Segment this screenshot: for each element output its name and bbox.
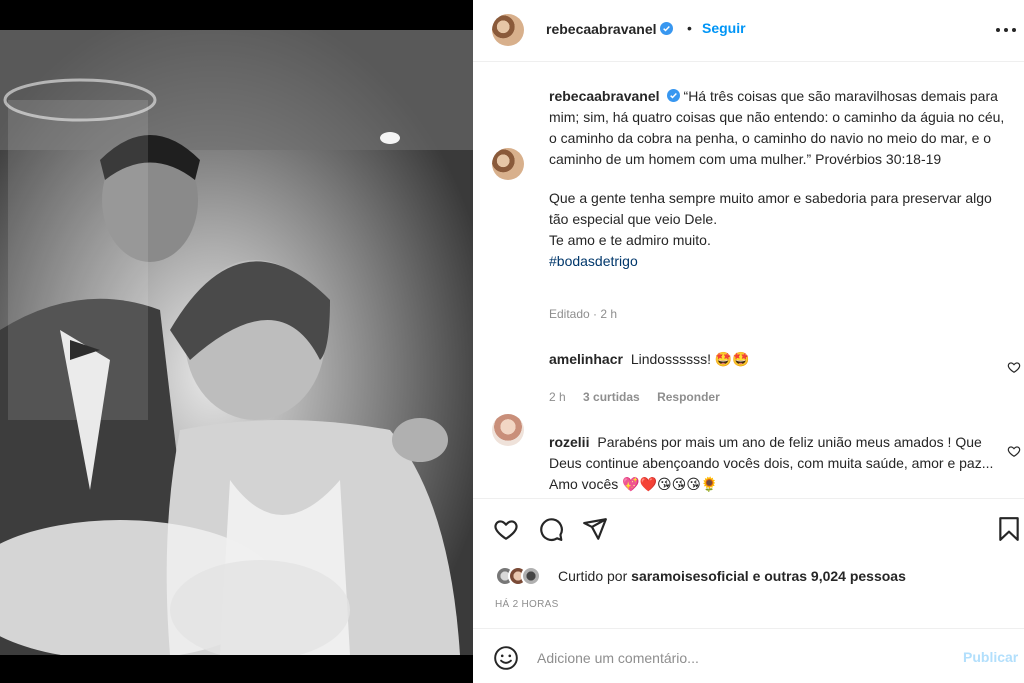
comment-text: Parabéns por mais um ano de feliz união … bbox=[549, 434, 994, 492]
likes-count[interactable]: e outras 9,024 pessoas bbox=[753, 568, 906, 584]
post-media bbox=[0, 0, 473, 683]
post-timestamp[interactable]: HÁ 2 HORAS bbox=[495, 599, 559, 610]
caption-meta: Editado · 2 h bbox=[549, 307, 618, 321]
liker-avatar[interactable] bbox=[521, 566, 541, 586]
post-actions: Curtido por saramoisesoficial e outras 9… bbox=[473, 498, 1024, 628]
likes-text: Curtido por saramoisesoficial e outras 9… bbox=[558, 568, 906, 584]
verified-badge-icon bbox=[659, 22, 673, 35]
publish-button[interactable]: Publicar bbox=[963, 649, 1018, 665]
caption-username[interactable]: rebecaabravanel bbox=[549, 88, 660, 104]
paper-plane-icon[interactable] bbox=[582, 516, 608, 542]
post-caption: rebecaabravanel “Há três coisas que são m… bbox=[549, 86, 1009, 272]
comment-meta: 2 h 3 curtidas Responder bbox=[549, 390, 734, 404]
post-side-panel: rebecaabravanel • Seguir rebecaabravanel… bbox=[473, 0, 1024, 683]
likes-prefix: Curtido por bbox=[558, 568, 628, 584]
liked-by-user[interactable]: saramoisesoficial bbox=[631, 568, 749, 584]
comments-section[interactable]: rebecaabravanel “Há três coisas que são m… bbox=[473, 62, 1024, 498]
heart-icon[interactable] bbox=[493, 516, 519, 542]
likes-summary: Curtido por saramoisesoficial e outras 9… bbox=[495, 565, 1015, 587]
comment-input[interactable] bbox=[537, 647, 937, 669]
post-photo[interactable] bbox=[0, 30, 473, 655]
bookmark-icon[interactable] bbox=[996, 516, 1022, 542]
comment-item: rozelii Parabéns por mais um ano de feli… bbox=[549, 432, 1009, 495]
emoji-icon[interactable] bbox=[493, 645, 519, 671]
comment-username[interactable]: amelinhacr bbox=[549, 351, 623, 367]
comment-icon[interactable] bbox=[538, 516, 564, 542]
caption-avatar[interactable] bbox=[492, 148, 524, 180]
post-header: rebecaabravanel • Seguir bbox=[473, 0, 1024, 62]
add-comment-bar: Publicar bbox=[473, 628, 1024, 683]
comment-like-heart-icon[interactable] bbox=[1007, 444, 1021, 458]
commenter-avatar[interactable] bbox=[492, 414, 524, 446]
comment-like-heart-icon[interactable] bbox=[1007, 360, 1021, 374]
caption-text-love: Te amo e te admiro muito. bbox=[549, 232, 711, 248]
author-avatar[interactable] bbox=[492, 14, 524, 46]
comment-time[interactable]: 2 h bbox=[549, 390, 566, 404]
comment-item: amelinhacr Lindossssss! 🤩🤩 bbox=[549, 349, 1009, 370]
verified-badge-icon bbox=[666, 89, 680, 102]
comment-text: Lindossssss! 🤩🤩 bbox=[630, 351, 750, 367]
reply-button[interactable]: Responder bbox=[657, 390, 720, 404]
more-horizontal-icon[interactable] bbox=[995, 22, 1017, 38]
follow-button[interactable]: Seguir bbox=[702, 20, 746, 36]
hashtag-link[interactable]: #bodasdetrigo bbox=[549, 253, 638, 269]
caption-text-wish: Que a gente tenha sempre muito amor e sa… bbox=[549, 190, 992, 227]
author-username[interactable]: rebecaabravanel bbox=[546, 21, 657, 37]
separator-dot: • bbox=[687, 20, 692, 36]
comment-username[interactable]: rozelii bbox=[549, 434, 589, 450]
comment-likes-count[interactable]: 3 curtidas bbox=[583, 390, 640, 404]
